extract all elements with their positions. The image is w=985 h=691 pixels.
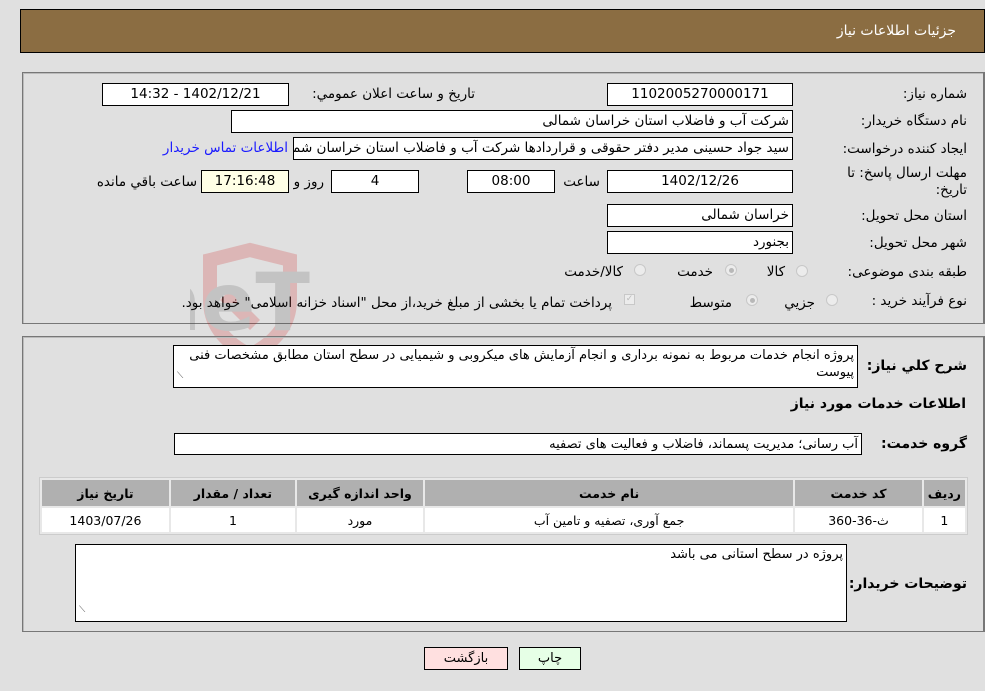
category-option-service: خدمت: [677, 264, 713, 280]
province-label: استان محل تحویل:: [861, 208, 967, 224]
buyer-notes-label: توضیحات خریدار:: [848, 576, 967, 592]
category-radio-goods[interactable]: [796, 265, 808, 277]
remaining-label: ساعت باقي مانده: [96, 174, 197, 190]
col-header-need-date: تاریخ نیاز: [42, 480, 169, 506]
buyer-contact-link[interactable]: اطلاعات تماس خریدار: [163, 140, 288, 156]
cell-need-date: 1403/07/26: [42, 508, 169, 532]
deadline-time-field: 08:00: [467, 170, 555, 193]
summary-textarea[interactable]: پروژه انجام خدمات مربوط به نمونه برداری …: [173, 345, 858, 388]
col-header-unit: واحد اندازه گیری: [296, 480, 423, 506]
resize-grip-icon[interactable]: ⟋: [79, 602, 85, 619]
col-header-service-name: نام خدمت: [424, 480, 794, 506]
remaining-time-field: 17:16:48: [201, 170, 289, 193]
buyer-notes-text: پروژه در سطح استانی می باشد: [670, 547, 843, 562]
col-header-service-code: کد خدمت: [795, 480, 922, 506]
buyer-org-label: نام دستگاه خریدار:: [860, 113, 967, 129]
cell-unit: مورد: [296, 508, 423, 532]
deadline-label: مهلت ارسال پاسخ: تا تاریخ:: [847, 165, 967, 198]
services-heading: اطلاعات خدمات مورد نیاز: [790, 396, 966, 412]
summary-text: پروژه انجام خدمات مربوط به نمونه برداری …: [189, 348, 854, 380]
table-row: 1 ث-36-360 جمع آوری، تصفیه و تامین آب مو…: [42, 508, 965, 532]
process-radio-minor[interactable]: [826, 294, 838, 306]
resize-grip-icon[interactable]: ⟋: [177, 368, 183, 385]
process-option-medium: متوسط: [689, 295, 732, 311]
city-label: شهر محل تحویل:: [869, 235, 967, 251]
process-radio-medium[interactable]: [746, 294, 758, 306]
category-option-goods: کالا: [766, 264, 785, 280]
category-label: طبقه بندی موضوعی:: [847, 264, 967, 280]
days-remaining-field: 4: [331, 170, 419, 193]
deadline-date-field: 1402/12/26: [607, 170, 793, 193]
category-option-goods-service: کالا/خدمت: [564, 264, 623, 280]
payment-checkbox[interactable]: ✓: [624, 294, 635, 305]
category-radio-service[interactable]: [725, 264, 737, 276]
cell-service-name: جمع آوری، تصفیه و تامین آب: [424, 508, 794, 532]
province-field: خراسان شمالی: [607, 204, 793, 227]
process-label: نوع فرآیند خرید :: [871, 293, 967, 309]
announce-label: تاریخ و ساعت اعلان عمومي:: [312, 86, 475, 102]
cell-row-number: 1: [923, 508, 965, 532]
services-table: ردیف کد خدمت نام خدمت واحد اندازه گیری ت…: [39, 477, 968, 535]
announce-date-field: 1402/12/21 - 14:32: [102, 83, 289, 106]
creator-field: سید جواد حسینی مدیر دفتر حقوقی و قرارداد…: [293, 137, 793, 160]
city-field: بجنورد: [607, 231, 793, 254]
cell-service-code: ث-36-360: [795, 508, 922, 532]
print-button[interactable]: چاپ: [519, 647, 581, 670]
back-button[interactable]: بازگشت: [424, 647, 508, 670]
process-option-minor: جزيي: [784, 295, 815, 311]
deadline-time-label: ساعت: [563, 174, 600, 190]
col-header-quantity: تعداد / مقدار: [170, 480, 295, 506]
need-number-field: 1102005270000171: [607, 83, 793, 106]
buyer-notes-textarea[interactable]: پروژه در سطح استانی می باشد ⟋: [75, 544, 847, 622]
col-header-row: ردیف: [923, 480, 965, 506]
page-title: جزئیات اطلاعات نیاز: [836, 23, 956, 39]
payment-note: پرداخت تمام یا بخشی از مبلغ خرید،از محل …: [181, 295, 612, 311]
creator-label: ایجاد کننده درخواست:: [842, 141, 967, 157]
days-label: روز و: [293, 174, 324, 190]
cell-quantity: 1: [170, 508, 295, 532]
service-group-field: آب رسانی؛ مدیریت پسماند، فاضلاب و فعالیت…: [174, 433, 862, 455]
category-radio-goods-service[interactable]: [634, 264, 646, 276]
page-header: جزئیات اطلاعات نیاز: [20, 9, 985, 53]
service-group-label: گروه خدمت:: [881, 436, 967, 452]
summary-label: شرح كلي نياز:: [866, 358, 967, 374]
need-number-label: شماره نیاز:: [902, 86, 967, 102]
table-header-row: ردیف کد خدمت نام خدمت واحد اندازه گیری ت…: [42, 480, 965, 506]
buyer-org-field: شرکت آب و فاضلاب استان خراسان شمالی: [231, 110, 793, 133]
